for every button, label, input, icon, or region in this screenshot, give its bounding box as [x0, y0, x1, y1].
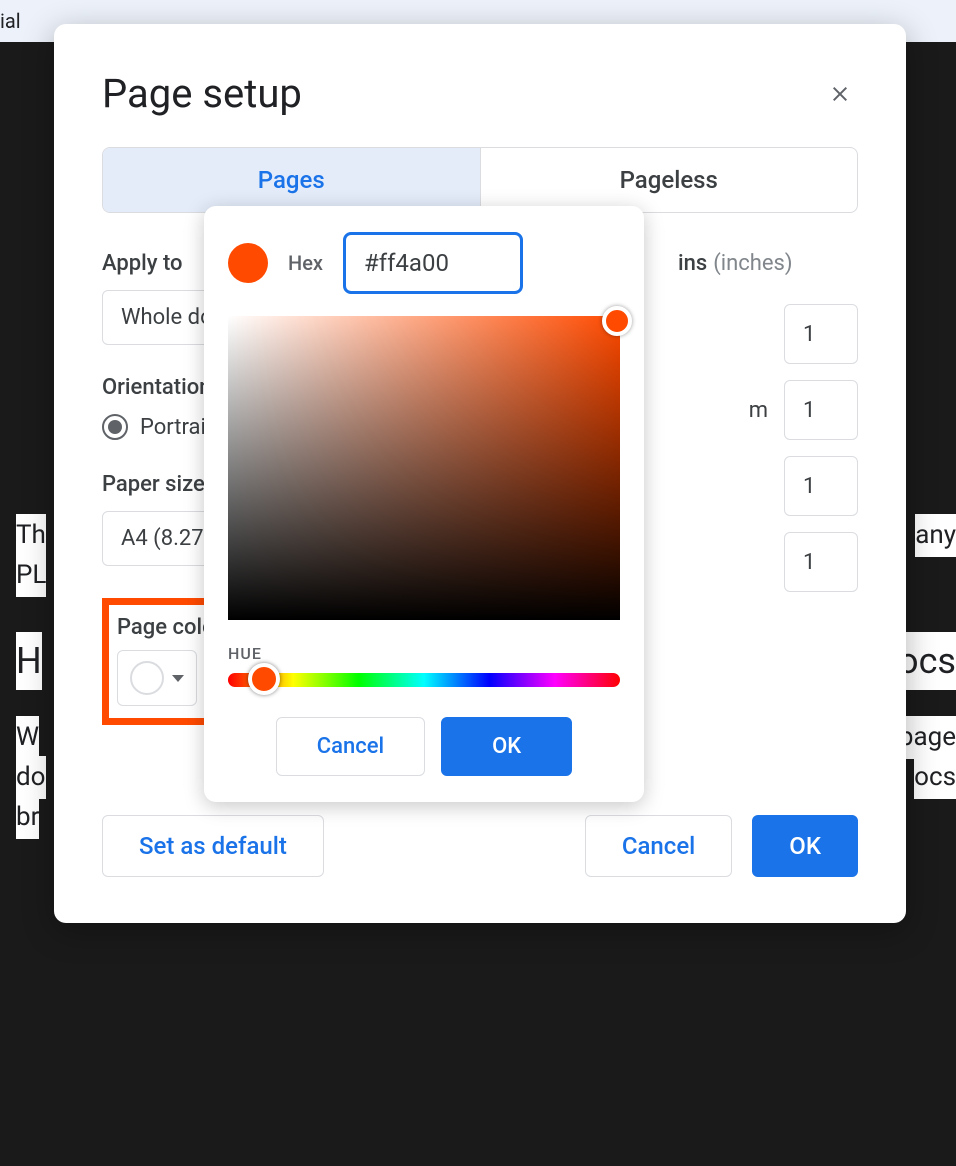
bg-font-name: ial [0, 4, 30, 38]
bg-text: any [915, 514, 956, 557]
margin-left-input[interactable]: 1 [784, 456, 858, 516]
margin-bottom-label: m [698, 398, 768, 423]
margins-label: ins [678, 251, 707, 276]
chevron-down-icon [172, 675, 184, 682]
hue-slider[interactable] [228, 673, 620, 687]
dialog-title: Page setup [102, 70, 302, 117]
margin-top-value: 1 [803, 322, 815, 347]
margin-bottom-value: 1 [803, 398, 815, 423]
bg-text: do [16, 756, 46, 799]
margin-left-value: 1 [803, 474, 815, 499]
bg-text: Th [16, 514, 46, 557]
close-button[interactable] [822, 76, 858, 112]
cancel-button[interactable]: Cancel [585, 815, 732, 877]
page-color-swatch [130, 661, 164, 695]
tab-bar: Pages Pageless [102, 147, 858, 213]
orientation-portrait-radio[interactable] [102, 414, 128, 440]
color-picker-popover: Hex HUE Cancel OK [204, 206, 644, 802]
bg-text: br [16, 796, 39, 839]
bg-heading: ocs [898, 632, 956, 690]
hex-label: Hex [288, 251, 323, 275]
bg-text: ocs [914, 756, 956, 799]
bg-text: page [899, 716, 956, 759]
color-preview-swatch [228, 243, 268, 283]
margin-right-input[interactable]: 1 [784, 532, 858, 592]
tab-pages[interactable]: Pages [103, 148, 480, 212]
bg-text: W [16, 716, 39, 759]
close-icon [828, 82, 852, 106]
hue-label: HUE [228, 644, 620, 663]
tab-pageless[interactable]: Pageless [481, 148, 858, 212]
colorpicker-ok-button[interactable]: OK [441, 717, 572, 776]
margin-right-value: 1 [803, 550, 815, 575]
page-color-button[interactable] [117, 650, 197, 706]
orientation-portrait-label: Portrait [140, 415, 213, 440]
sv-thumb[interactable] [602, 306, 632, 336]
hex-input[interactable] [343, 232, 523, 294]
margin-bottom-input[interactable]: 1 [784, 380, 858, 440]
saturation-value-area[interactable] [228, 316, 620, 620]
ok-button[interactable]: OK [752, 815, 858, 877]
bg-heading: H [16, 632, 42, 690]
bg-text: PL [16, 554, 46, 597]
margin-top-input[interactable]: 1 [784, 304, 858, 364]
set-default-button[interactable]: Set as default [102, 815, 324, 877]
colorpicker-cancel-button[interactable]: Cancel [276, 717, 425, 776]
margins-unit: (inches) [713, 251, 792, 276]
hue-thumb[interactable] [248, 663, 280, 695]
